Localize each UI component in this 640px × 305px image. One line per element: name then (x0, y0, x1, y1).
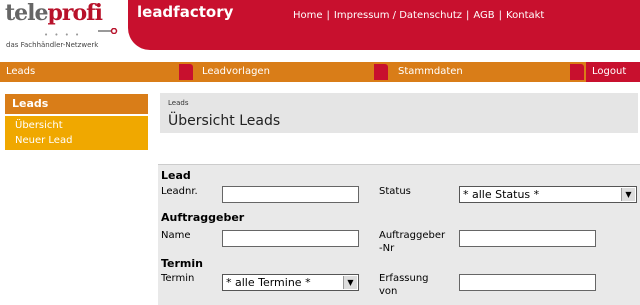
leadnr-input[interactable] (222, 186, 359, 203)
nav-item-label: Leads (6, 66, 36, 77)
auftraggeber-nr-label-line1: Auftraggeber (379, 230, 446, 241)
erfassung-von-input[interactable] (459, 274, 596, 291)
chevron-down-icon[interactable]: ▼ (621, 188, 635, 201)
sidebar-menu: Übersicht Neuer Lead (5, 116, 148, 150)
erfassung-label-line1: Erfassung (379, 273, 429, 284)
nav-divider-icon (179, 64, 193, 80)
auftraggeber-nr-input[interactable] (459, 230, 596, 247)
sidebar-heading: Leads (5, 94, 148, 114)
status-select[interactable]: * alle Status * ▼ (459, 186, 637, 203)
top-link-impressum[interactable]: Impressum / Datenschutz (334, 10, 462, 21)
nav-item-stammdaten[interactable]: Stammdaten (392, 62, 582, 82)
status-label: Status (379, 186, 411, 197)
sidebar-item-neuer-lead[interactable]: Neuer Lead (5, 133, 148, 148)
page-title: Übersicht Leads (168, 113, 281, 129)
breadcrumb-path[interactable]: Leads (168, 99, 188, 107)
top-separator: | (498, 10, 503, 21)
termin-label: Termin (161, 273, 195, 284)
erfassung-label: Erfassung von (379, 272, 429, 298)
top-separator: | (466, 10, 470, 21)
nav-item-leads[interactable]: Leads (0, 62, 194, 82)
termin-select-value: * alle Termine * (226, 276, 311, 289)
nav-item-label: Leadvorlagen (202, 66, 270, 77)
top-navigation: Home | Impressum / Datenschutz | AGB | Kontakt (293, 10, 544, 21)
top-separator: | (326, 10, 330, 21)
logo-profi: profi (47, 0, 103, 26)
name-input[interactable] (222, 230, 359, 247)
logo-dots-icon: • • • • (44, 31, 82, 39)
top-link-home[interactable]: Home (293, 10, 323, 21)
logo-tele: tele (5, 0, 49, 26)
section-heading-auftraggeber: Auftraggeber (161, 211, 245, 224)
logo-wordmark: teleprofi (5, 0, 103, 26)
top-link-kontakt[interactable]: Kontakt (506, 10, 544, 21)
section-heading-lead: Lead (161, 169, 191, 182)
top-link-agb[interactable]: AGB (473, 10, 494, 21)
name-label: Name (161, 230, 191, 241)
termin-select[interactable]: * alle Termine * ▼ (222, 274, 359, 291)
auftraggeber-nr-label: Auftraggeber -Nr (379, 229, 445, 255)
breadcrumb: Leads Übersicht Leads (160, 93, 638, 133)
filter-form: Lead Leadnr. Status * alle Status * ▼ Au… (158, 164, 640, 305)
sidebar-item-uebersicht[interactable]: Übersicht (5, 118, 148, 133)
erfassung-label-line2: von (379, 286, 398, 297)
main-navigation: Leads Leadvorlagen Stammdaten Logout (0, 62, 640, 82)
auftraggeber-nr-label-line2: -Nr (379, 243, 395, 254)
section-heading-termin: Termin (161, 257, 203, 270)
app-title: leadfactory (137, 3, 234, 21)
chevron-down-icon[interactable]: ▼ (343, 276, 357, 289)
status-select-value: * alle Status * (463, 188, 540, 201)
leadnr-label: Leadnr. (161, 186, 198, 197)
nav-item-label: Stammdaten (398, 66, 463, 77)
nav-divider-icon (570, 64, 584, 80)
logo-arrow-icon (98, 28, 118, 34)
nav-divider-icon (374, 64, 388, 80)
nav-item-leadvorlagen[interactable]: Leadvorlagen (196, 62, 390, 82)
logo-tagline: das Fachhändler-Netzwerk (6, 41, 99, 49)
logout-button[interactable]: Logout (586, 62, 640, 82)
